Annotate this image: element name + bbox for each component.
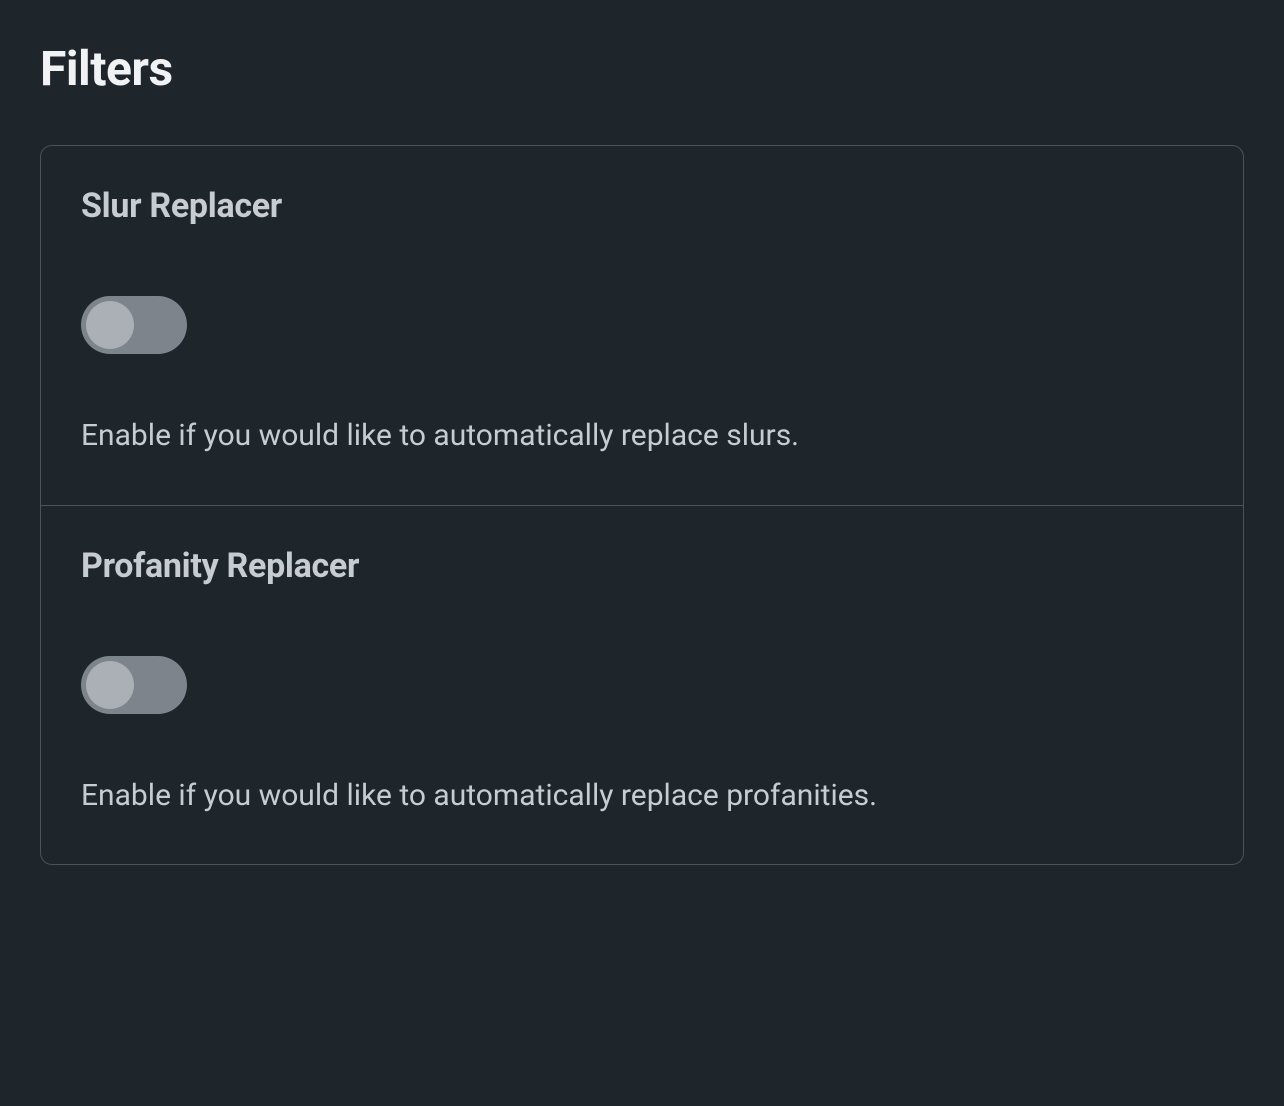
toggle-knob xyxy=(86,301,134,349)
toggle-knob xyxy=(86,661,134,709)
filter-profanity-replacer: Profanity Replacer Enable if you would l… xyxy=(41,505,1243,865)
filter-title: Slur Replacer xyxy=(81,186,1203,226)
slur-replacer-toggle[interactable] xyxy=(81,296,187,354)
filter-slur-replacer: Slur Replacer Enable if you would like t… xyxy=(41,146,1243,505)
page-title: Filters xyxy=(40,40,1244,97)
profanity-replacer-toggle[interactable] xyxy=(81,656,187,714)
filter-description: Enable if you would like to automaticall… xyxy=(81,416,1203,457)
filter-title: Profanity Replacer xyxy=(81,546,1203,586)
filters-panel: Slur Replacer Enable if you would like t… xyxy=(40,145,1244,865)
filter-description: Enable if you would like to automaticall… xyxy=(81,776,1203,817)
